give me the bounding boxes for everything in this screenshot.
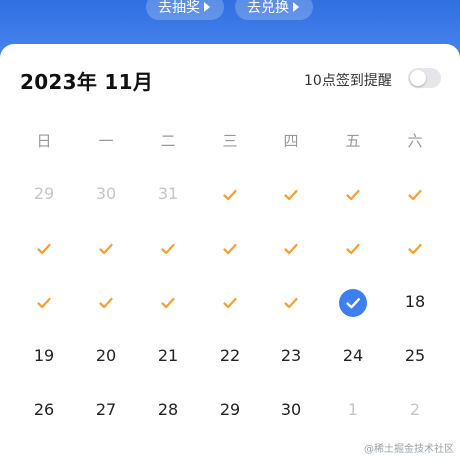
day-cell[interactable]: 28 [148, 396, 188, 424]
day-cell-checked[interactable] [333, 234, 373, 262]
checkmark-icon [222, 292, 238, 311]
day-cell[interactable]: 23 [271, 342, 311, 370]
watermark: @稀土掘金技术社区 [364, 444, 454, 455]
checkmark-icon [345, 238, 361, 257]
day-cell[interactable]: 22 [210, 342, 250, 370]
checkmark-icon [98, 238, 114, 257]
day-cell[interactable]: 20 [86, 342, 126, 370]
checkmark-icon [222, 184, 238, 203]
weekday-header: 日 [36, 132, 52, 150]
checkmark-icon [407, 238, 423, 257]
checkmark-icon [160, 292, 176, 311]
day-cell-checked[interactable] [210, 234, 250, 262]
day-cell-checked[interactable] [210, 180, 250, 208]
play-arrow-icon [204, 2, 210, 12]
day-cell-other-month[interactable]: 29 [24, 180, 64, 208]
checkmark-icon [36, 238, 52, 257]
day-cell[interactable]: 27 [86, 396, 126, 424]
weekday-header: 五 [345, 132, 361, 150]
weekday-header: 一 [98, 132, 114, 150]
day-cell-checked[interactable] [148, 288, 188, 316]
checkmark-icon [98, 292, 114, 311]
checkmark-icon [222, 238, 238, 257]
weekday-header: 六 [407, 132, 423, 150]
day-cell-checked[interactable] [24, 288, 64, 316]
day-cell[interactable]: 18 [395, 288, 435, 316]
month-title: 2023年 11月 [20, 70, 154, 94]
checkmark-icon [339, 288, 367, 317]
day-cell-checked[interactable] [395, 180, 435, 208]
day-cell-other-month[interactable]: 2 [395, 396, 435, 424]
day-cell[interactable]: 29 [210, 396, 250, 424]
checkmark-icon [407, 184, 423, 203]
day-cell-checked[interactable] [271, 180, 311, 208]
checkmark-icon [283, 184, 299, 203]
day-cell-checked[interactable] [395, 234, 435, 262]
day-cell[interactable]: 26 [24, 396, 64, 424]
weekday-header: 四 [283, 132, 299, 150]
lottery-label: 去抽奖 [158, 0, 200, 15]
day-cell-checked[interactable] [271, 234, 311, 262]
day-cell-other-month[interactable]: 1 [333, 396, 373, 424]
weekday-header: 三 [222, 132, 238, 150]
checkmark-icon [283, 292, 299, 311]
day-cell-other-month[interactable]: 30 [86, 180, 126, 208]
day-cell[interactable]: 24 [333, 342, 373, 370]
day-cell-checked[interactable] [333, 180, 373, 208]
day-cell-other-month[interactable]: 31 [148, 180, 188, 208]
day-cell-checked[interactable] [148, 234, 188, 262]
day-cell-checked[interactable] [86, 234, 126, 262]
reminder-label: 10点签到提醒 [304, 73, 392, 89]
reminder-toggle[interactable] [408, 68, 441, 88]
day-cell[interactable]: 21 [148, 342, 188, 370]
day-cell-today[interactable] [333, 288, 373, 317]
checkin-calendar-card: 2023年 11月 10点签到提醒 日一二三四五六 29 30 31 18 19 20 21 2… [0, 44, 460, 460]
day-cell-checked[interactable] [271, 288, 311, 316]
checkmark-icon [36, 292, 52, 311]
lottery-button[interactable]: 去抽奖 [146, 0, 224, 20]
checkmark-icon [345, 184, 361, 203]
checkmark-icon [160, 238, 176, 257]
weekday-header: 二 [160, 132, 176, 150]
toggle-knob [410, 70, 426, 86]
day-cell-checked[interactable] [86, 288, 126, 316]
day-cell-checked[interactable] [24, 234, 64, 262]
play-arrow-icon [293, 2, 299, 12]
day-cell[interactable]: 19 [24, 342, 64, 370]
redeem-label: 去兑换 [247, 0, 289, 15]
redeem-button[interactable]: 去兑换 [235, 0, 313, 20]
checkmark-icon [283, 238, 299, 257]
day-cell[interactable]: 30 [271, 396, 311, 424]
day-cell[interactable]: 25 [395, 342, 435, 370]
day-cell-checked[interactable] [210, 288, 250, 316]
